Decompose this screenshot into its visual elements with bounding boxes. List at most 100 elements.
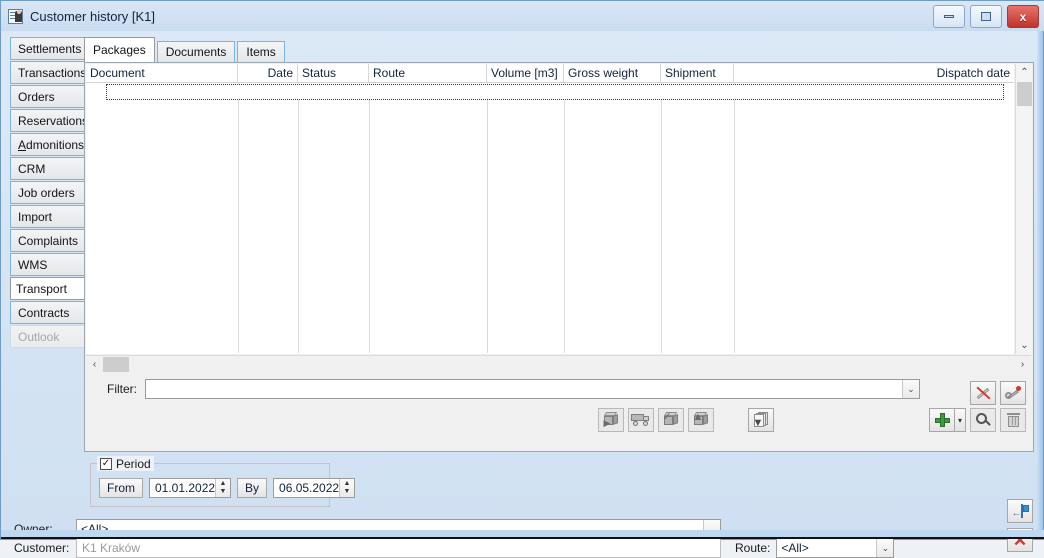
tab-packages[interactable]: Packages [84,37,155,63]
grid-column-dispatch-date[interactable]: Dispatch date [734,64,1014,82]
sidebar-item-reservations[interactable]: Reservations [10,109,88,132]
route-label: Route: [735,541,771,555]
clear-filter-icon [975,385,992,401]
blue-flag-icon: ← [1012,503,1029,519]
package-unload-button: ▲ [688,408,714,432]
scroll-left-icon[interactable]: ‹ [86,356,103,373]
chevron-down-icon[interactable]: ▾ [955,408,966,432]
chevron-down-icon[interactable]: ⌄ [902,380,919,398]
checkbox-checked-icon[interactable]: ✓ [100,457,112,470]
date-from-input[interactable]: 01.01.2022 ▲ ▼ [149,478,231,498]
sidebar-item-label: Settlements [18,41,82,56]
spinner-arrows[interactable]: ▲ ▼ [339,479,355,497]
add-split-button[interactable]: ▾ [929,408,966,432]
packages-panel: Packages Documents Items Document Date S… [84,37,1034,452]
horizontal-scroll-thumb[interactable] [103,356,129,372]
vertical-scroll-thumb[interactable] [1017,82,1032,106]
period-controls: From 01.01.2022 ▲ ▼ By 06.05.2022 ▲ ▼ [99,478,356,498]
customer-field[interactable]: K1 Kraków [76,538,721,558]
scroll-down-icon[interactable]: ⌄ [1016,337,1033,354]
sidebar-item-contracts[interactable]: Contracts [10,301,88,324]
close-button[interactable]: x [1007,5,1039,28]
filter-input[interactable]: ⌄ [145,379,920,399]
by-button[interactable]: By [237,478,268,498]
sidebar-item-label: Outlook [18,329,60,344]
maximize-button[interactable] [970,5,1002,28]
tab-items[interactable]: Items [237,41,285,63]
clear-filter-button[interactable] [970,381,996,405]
grid-focus-row[interactable] [106,84,1004,100]
grid-column-document[interactable]: Document [86,64,238,82]
minimize-button[interactable] [933,5,965,28]
package-unload-icon: ▲ [693,412,710,428]
title-bar[interactable]: Customer history [K1] x [1,1,1044,31]
sidebar-item-complaints[interactable]: Complaints [10,229,88,252]
sidebar-item-label: Reservations [18,113,89,128]
route-group: Route: <All> ⌄ [735,538,895,558]
grid-column-status[interactable]: Status [298,64,369,82]
sidebar-item-wms[interactable]: WMS [10,253,88,276]
customer-card-icon [8,8,24,24]
tab-label: Documents [165,45,227,59]
window-controls: x [933,5,1039,28]
scroll-up-icon[interactable]: ⌃ [1016,64,1033,81]
period-checkbox[interactable]: ✓ Period [97,456,154,471]
grid-horizontal-scrollbar[interactable]: ‹ › [86,355,1031,372]
filter-settings-button[interactable] [1000,381,1026,405]
sidebar-item-settlements[interactable]: Settlements [10,37,88,60]
grid-rows[interactable] [86,83,1014,353]
date-by-input[interactable]: 06.05.2022 ▲ ▼ [273,478,356,498]
grid-column-route[interactable]: Route [369,64,487,82]
maximize-icon [981,12,991,21]
grid-column-volume[interactable]: Volume [m3] [487,64,564,82]
sidebar-item-transport[interactable]: Transport [10,277,90,300]
spin-up-icon[interactable]: ▲ [220,480,227,488]
sidebar-item-label: CRM [18,161,46,176]
add-plus-icon [934,412,951,428]
sidebar-tabs: Settlements Transactions Orders Reservat… [10,37,90,349]
tab-label: Items [246,45,276,59]
date-from-value[interactable]: 01.01.2022 [150,481,215,495]
package-check-button: ✓ [658,408,684,432]
spin-up-icon[interactable]: ▲ [344,480,351,488]
sidebar-item-label: Transactions [18,65,87,80]
package-check-icon: ✓ [663,412,680,428]
sidebar-item-transactions[interactable]: Transactions [10,61,88,84]
date-by-value[interactable]: 06.05.2022 [274,481,339,495]
tab-documents[interactable]: Documents [156,41,236,63]
copy-pages-button[interactable]: ▼ [748,408,774,432]
delete-button [1000,408,1026,432]
sidebar-item-label: Admonitions [18,137,85,152]
grid-column-date[interactable]: Date [238,64,298,82]
client-area: Settlements Transactions Orders Reservat… [4,31,1040,558]
customer-history-window: Customer history [K1] x Settlements Tran… [0,0,1044,558]
sidebar-item-crm[interactable]: CRM [10,157,88,180]
grid-column-shipment[interactable]: Shipment [661,64,734,82]
package-dispatch-button: ▶ [598,408,624,432]
scroll-right-icon[interactable]: › [1014,356,1031,373]
sidebar-item-import[interactable]: Import [10,205,88,228]
chevron-down-icon[interactable]: ⌄ [876,539,894,557]
add-button[interactable] [929,408,955,432]
from-button[interactable]: From [99,478,143,498]
apply-button[interactable]: ← [1007,499,1033,523]
spinner-arrows[interactable]: ▲ ▼ [215,479,230,497]
wrench-settings-icon [1004,385,1022,401]
sidebar-item-admonitions[interactable]: Admonitions [10,133,88,156]
grid-vertical-scrollbar[interactable]: ⌃ ⌄ [1015,64,1032,354]
spin-down-icon[interactable]: ▼ [344,488,351,496]
sidebar-item-label: Complaints [18,233,79,248]
window-footer [1,530,1044,539]
sidebar-item-label: WMS [18,257,48,272]
grid-column-gross-weight[interactable]: Gross weight [564,64,661,82]
package-toolbar: ▶ ✓ ▲ [598,408,714,432]
copy-pages-icon: ▼ [753,412,770,429]
sidebar-item-orders[interactable]: Orders [10,85,88,108]
spin-down-icon[interactable]: ▼ [220,488,227,496]
packages-grid[interactable]: Document Date Status Route Volume [m3] G… [86,64,1014,354]
route-select[interactable]: <All> ⌄ [776,538,895,558]
search-button[interactable] [970,408,996,432]
sidebar-item-job-orders[interactable]: Job orders [10,181,88,204]
route-value[interactable]: <All> [777,541,808,555]
customer-row: Customer: K1 Kraków Route: <All> ⌄ [14,538,1034,558]
